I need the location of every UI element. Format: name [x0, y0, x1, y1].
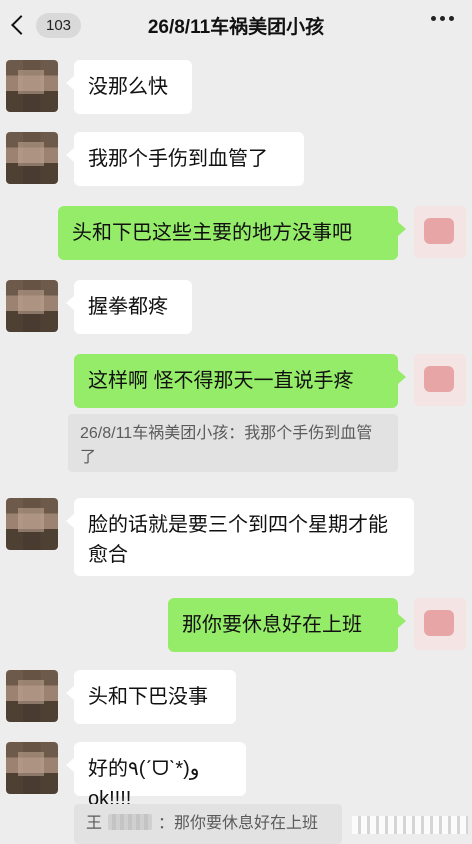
contact-avatar[interactable]	[6, 132, 58, 184]
more-dots-icon	[449, 16, 454, 21]
message-bubble-incoming[interactable]: 我那个手伤到血管了	[66, 132, 304, 186]
contact-avatar[interactable]	[6, 670, 58, 722]
more-dots-icon	[431, 16, 436, 21]
message-bubble-incoming[interactable]: 好的٩(ˊᗜˋ*)و ok!!!!	[66, 742, 246, 810]
more-dots-icon	[440, 16, 445, 21]
contact-avatar[interactable]	[6, 60, 58, 112]
quoted-message[interactable]: 26/8/11车祸美团小孩：我那个手伤到血管了	[68, 414, 398, 472]
quote-text: ：那你要休息好在上班	[158, 815, 319, 832]
chat-title: 26/8/11车祸美团小孩	[147, 17, 325, 38]
message-bubble-incoming[interactable]: 头和下巴没事	[66, 670, 236, 724]
watermark	[352, 816, 468, 834]
my-avatar[interactable]	[414, 598, 466, 650]
contact-avatar[interactable]	[6, 742, 58, 794]
message-bubble-outgoing[interactable]: 头和下巴这些主要的地方没事吧	[58, 206, 406, 260]
contact-avatar[interactable]	[6, 498, 58, 550]
my-avatar[interactable]	[414, 206, 466, 258]
message-bubble-outgoing[interactable]: 这样啊 怪不得那天一直说手疼	[74, 354, 406, 408]
quote-sender-name: 王	[86, 815, 103, 832]
chat-header: 103 26/8/11车祸美团小孩	[0, 0, 472, 50]
message-bubble-outgoing[interactable]: 那你要休息好在上班	[168, 598, 406, 652]
my-avatar[interactable]	[414, 354, 466, 406]
quoted-message[interactable]: 王 ：那你要休息好在上班	[74, 804, 342, 844]
message-bubble-incoming[interactable]: 没那么快	[66, 60, 192, 114]
more-button[interactable]	[431, 16, 454, 21]
contact-avatar[interactable]	[6, 280, 58, 332]
message-bubble-incoming[interactable]: 握拳都疼	[66, 280, 192, 334]
message-bubble-incoming[interactable]: 脸的话就是要三个到四个星期才能愈合	[66, 498, 414, 576]
redacted-name-blur	[108, 814, 153, 830]
